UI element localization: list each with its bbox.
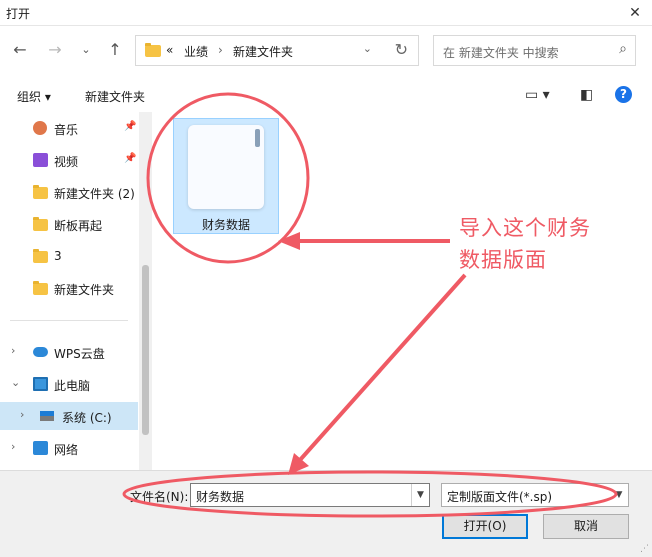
annotation-text: 导入这个财务 [459,216,591,240]
toolbar: 组织 ▾ 新建文件夹 ▭ ▾ ◧ ? [0,82,652,110]
navigation-pane: 音乐 📌 视频 📌 新建文件夹 (2) 断板再起 3 新建文件夹 › WPS云盘… [0,112,152,470]
annotation-text: 数据版面 [459,248,547,272]
search-placeholder: 在 新建文件夹 中搜索 [443,46,559,60]
nav-item-folder[interactable]: 断板再起 [0,210,138,238]
nav-item-label: 新建文件夹 [54,283,115,297]
address-dropdown-icon[interactable]: ⌄ [363,42,372,55]
nav-item-folder[interactable]: 新建文件夹 (2) [0,178,138,206]
folder-icon [33,217,48,231]
breadcrumb-item[interactable]: 业绩 [184,43,208,60]
preview-pane-icon[interactable]: ◧ [580,87,593,103]
search-input[interactable]: 在 新建文件夹 中搜索 ⌕ [433,35,636,66]
expand-chevron-icon[interactable]: › [20,408,24,421]
nav-item-label: 系统 (C:) [62,411,112,425]
expand-chevron-icon[interactable]: › [11,344,15,357]
nav-item-network[interactable]: › 网络 [0,434,138,462]
nav-item-music[interactable]: 音乐 📌 [0,114,138,142]
nav-item-label: 断板再起 [54,219,103,233]
nav-scrollbar[interactable] [139,112,152,470]
pin-icon: 📌 [124,121,137,132]
help-icon[interactable]: ? [615,86,632,103]
address-bar[interactable]: « 业绩 › 新建文件夹 ⌄ ↻ [135,35,419,66]
organize-menu[interactable]: 组织 ▾ [17,88,51,105]
filetype-select[interactable]: 定制版面文件(*.sp) ▼ [441,483,629,507]
new-folder-button[interactable]: 新建文件夹 [85,88,145,105]
nav-item-label: 网络 [54,443,79,457]
network-icon [33,441,48,455]
view-options-icon[interactable]: ▭ ▾ [525,87,550,103]
computer-icon [33,377,48,391]
window-title: 打开 [6,7,31,21]
nav-divider [10,320,128,321]
forward-button[interactable]: → [43,38,67,62]
breadcrumb-separator: › [218,43,223,57]
cloud-icon [33,347,48,357]
search-icon: ⌕ [619,41,627,57]
nav-item-label: 3 [54,249,62,263]
drive-icon [40,411,54,421]
cancel-button[interactable]: 取消 [543,514,629,539]
open-button[interactable]: 打开(O) [442,514,528,539]
back-button[interactable]: ← [8,38,32,62]
folder-icon [33,185,48,199]
chevron-down-icon[interactable]: ▼ [411,484,429,506]
video-icon [33,153,48,167]
chevron-down-icon[interactable]: ▼ [610,484,628,506]
file-item[interactable]: 财务数据 [173,118,279,234]
filetype-value: 定制版面文件(*.sp) [447,490,553,504]
filename-label: 文件名(N): [130,490,189,504]
recent-locations-chevron-icon[interactable]: ⌄ [74,38,98,62]
nav-item-label: 音乐 [54,123,79,137]
nav-item-label: 视频 [54,155,79,169]
filename-input[interactable]: 财务数据 ▼ [190,483,430,507]
title-bar: 打开 ✕ [0,0,652,26]
music-icon [33,121,47,135]
breadcrumb-overflow[interactable]: « [166,43,173,57]
nav-item-label: WPS云盘 [54,347,105,361]
folder-icon [33,281,48,295]
folder-icon [33,249,48,263]
nav-item-label: 新建文件夹 (2) [54,187,135,201]
scrollbar-thumb[interactable] [142,265,149,435]
nav-item-folder[interactable]: 新建文件夹 [0,274,138,302]
resize-grip-icon[interactable]: ⋰ [640,544,649,554]
folder-icon [145,43,161,57]
file-name: 财务数据 [201,218,250,232]
nav-item-label: 此电脑 [54,379,91,393]
nav-item-system-drive[interactable]: › 系统 (C:) [0,402,138,430]
nav-item-folder[interactable]: 3 [0,242,138,270]
refresh-icon[interactable]: ↻ [395,40,408,59]
up-button[interactable]: ↑ [103,38,127,62]
document-icon [188,125,264,209]
collapse-chevron-icon[interactable]: ⌄ [11,376,20,389]
filename-value: 财务数据 [196,490,245,504]
breadcrumb-item[interactable]: 新建文件夹 [233,43,293,60]
nav-item-this-pc[interactable]: ⌄ 此电脑 [0,370,138,398]
close-icon[interactable]: ✕ [624,3,646,23]
nav-item-video[interactable]: 视频 📌 [0,146,138,174]
pin-icon: 📌 [124,153,137,164]
expand-chevron-icon[interactable]: › [11,440,15,453]
nav-item-wps-cloud[interactable]: › WPS云盘 [0,338,138,366]
